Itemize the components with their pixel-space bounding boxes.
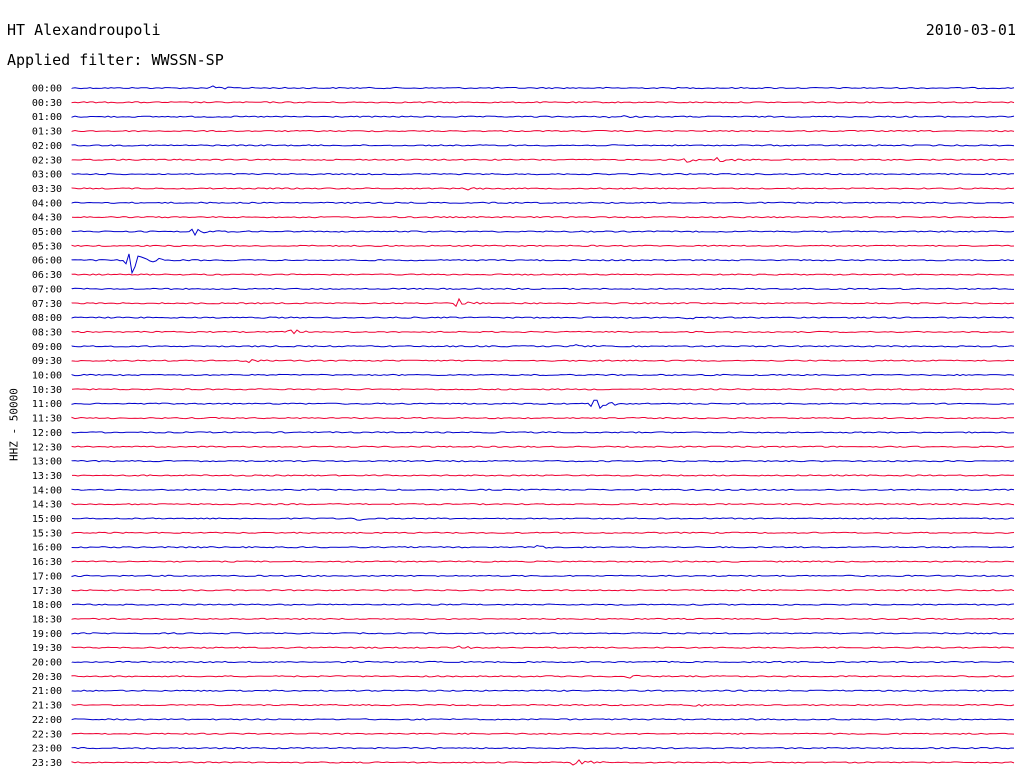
trace-row: [71, 488, 1015, 491]
trace-row: [71, 531, 1015, 534]
row-label: 14:00: [32, 485, 62, 496]
trace-row: [71, 674, 1015, 679]
row-label: 02:00: [32, 141, 62, 152]
trace-row: [71, 431, 1015, 434]
trace-row: [71, 632, 1015, 635]
trace-row: [71, 544, 1015, 549]
trace-row: [71, 689, 1015, 692]
trace-row: [71, 560, 1015, 563]
row-label: 22:00: [32, 715, 62, 726]
trace-row: [71, 445, 1015, 448]
trace-row: [71, 746, 1015, 750]
row-label: 17:00: [32, 571, 62, 582]
trace-row: [71, 574, 1015, 578]
row-label: 08:30: [32, 327, 62, 338]
row-label: 15:30: [32, 528, 62, 539]
trace-row: [71, 344, 1015, 348]
trace-row: [71, 660, 1015, 664]
trace-row: [71, 718, 1015, 721]
trace-row: [71, 273, 1015, 276]
row-label: 16:00: [32, 543, 62, 554]
row-label: 22:30: [32, 729, 62, 740]
row-label: 16:30: [32, 557, 62, 568]
row-label: 08:00: [32, 313, 62, 324]
trace-row: [71, 759, 1015, 766]
trace-row: [71, 144, 1015, 147]
row-label: 15:00: [32, 514, 62, 525]
row-label: 06:00: [32, 256, 62, 267]
row-label: 07:00: [32, 284, 62, 295]
trace-row: [71, 617, 1015, 621]
trace-row: [71, 228, 1015, 237]
row-label: 05:30: [32, 241, 62, 252]
row-label: 17:30: [32, 586, 62, 597]
row-label: 20:30: [32, 672, 62, 683]
row-label: 05:00: [32, 227, 62, 238]
row-label: 11:00: [32, 399, 62, 410]
row-label: 23:30: [32, 758, 62, 769]
row-label: 03:30: [32, 184, 62, 195]
row-label: 18:00: [32, 600, 62, 611]
row-label: 00:30: [32, 98, 62, 109]
trace-row: [71, 373, 1015, 377]
trace-row: [71, 156, 1015, 163]
row-label: 06:30: [32, 270, 62, 281]
trace-row: [71, 732, 1015, 735]
trace-row: [71, 603, 1015, 606]
trace-row: [71, 129, 1015, 133]
row-label: 01:30: [32, 127, 62, 138]
row-label: 21:00: [32, 686, 62, 697]
trace-row: [71, 517, 1015, 521]
trace-row: [71, 645, 1014, 650]
trace-row: [71, 589, 1015, 592]
trace-row: [71, 253, 1015, 275]
trace-row: [71, 703, 1015, 707]
trace-row: [71, 216, 1015, 219]
row-label: 09:00: [32, 342, 62, 353]
trace-row: [71, 388, 1015, 391]
trace-row: [71, 297, 1015, 308]
trace-row: [71, 201, 1015, 204]
row-label: 13:00: [32, 457, 62, 468]
trace-row: [71, 187, 1015, 191]
trace-row: [71, 459, 1015, 463]
row-label: 00:00: [32, 84, 62, 95]
trace-row: [71, 502, 1015, 506]
row-label: 19:00: [32, 629, 62, 640]
row-label: 18:30: [32, 614, 62, 625]
row-label: 23:00: [32, 744, 62, 755]
row-label: 09:30: [32, 356, 62, 367]
row-label: 02:30: [32, 155, 62, 166]
row-label: 04:00: [32, 198, 62, 209]
row-label: 04:30: [32, 213, 62, 224]
row-label: 20:00: [32, 658, 62, 669]
trace-row: [71, 359, 1015, 364]
row-label: 03:00: [32, 170, 62, 181]
helicorder-plot: 00:00 00:30 01:00 01:30 02:00 02:30 03:00 03:30…: [32, 84, 1015, 769]
trace-row: [71, 244, 1015, 247]
trace-row: [71, 399, 1014, 410]
trace-row: [71, 101, 1015, 104]
row-label: 01:00: [32, 112, 62, 123]
trace-row: [71, 316, 1015, 320]
row-label: 07:30: [32, 299, 62, 310]
row-label: 12:30: [32, 442, 62, 453]
row-label: 10:30: [32, 385, 62, 396]
row-label: 13:30: [32, 471, 62, 482]
trace-row: [71, 287, 1015, 291]
row-label: 11:30: [32, 414, 62, 425]
row-label: 21:30: [32, 701, 62, 712]
trace-row: [71, 329, 1015, 335]
trace-row: [71, 416, 1014, 420]
row-label: 10:00: [32, 371, 62, 382]
trace-row: [71, 85, 1015, 90]
trace-row: [71, 172, 1015, 176]
trace-row: [71, 115, 1015, 119]
row-label: 19:30: [32, 643, 62, 654]
row-label: 14:30: [32, 500, 62, 511]
row-label: 12:00: [32, 428, 62, 439]
trace-row: [72, 474, 1015, 477]
